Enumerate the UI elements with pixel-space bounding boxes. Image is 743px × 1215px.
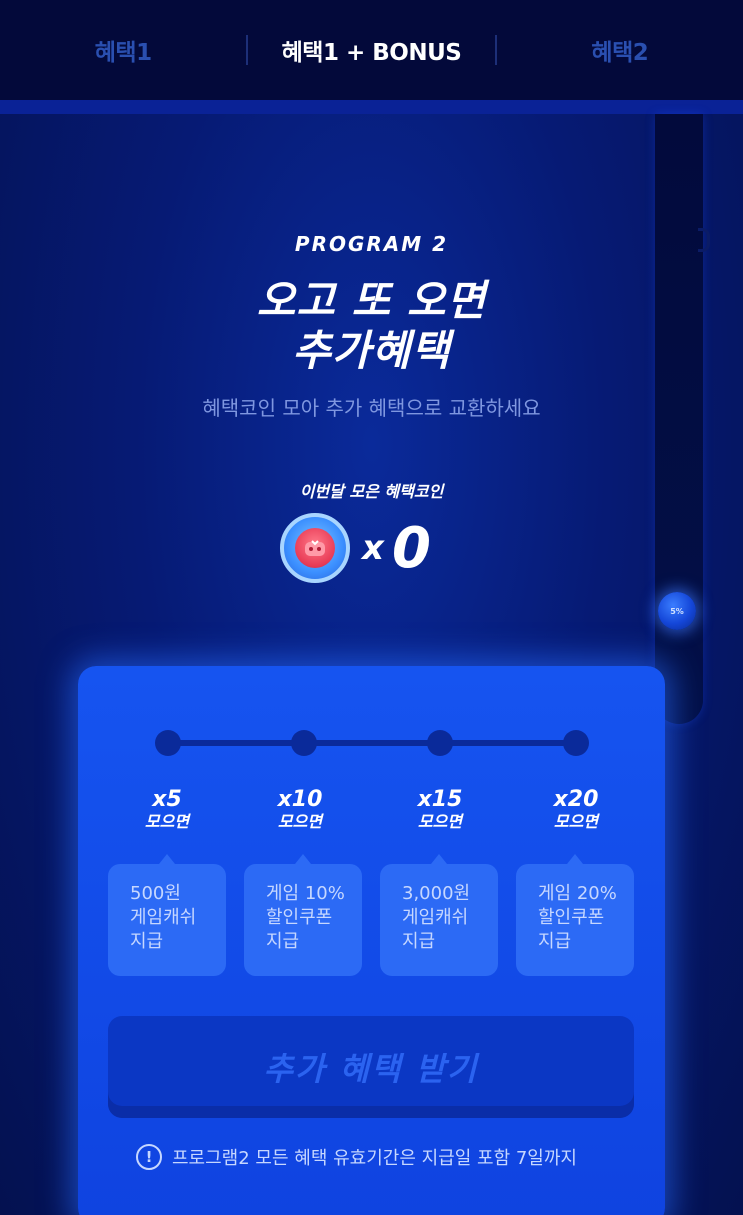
progress-dot bbox=[155, 730, 181, 756]
coin-face-glyph-icon bbox=[305, 540, 325, 556]
program-label: PROGRAM 2 bbox=[294, 232, 449, 256]
reward-line: 지급 bbox=[538, 931, 572, 952]
reward-line: 지급 bbox=[130, 931, 164, 952]
step-collect-label: 모으면 bbox=[277, 812, 323, 831]
reward-box: 게임 20% 할인쿠폰 지급 bbox=[516, 854, 634, 976]
step-header: x20 모으면 bbox=[516, 788, 636, 832]
validity-notice: ! 프로그램2 모든 혜택 유효기간은 지급일 포함 7일까지 bbox=[136, 1143, 577, 1171]
coin-multiplier: x bbox=[362, 528, 384, 568]
benefit-coin-icon bbox=[280, 513, 350, 583]
progress-track bbox=[168, 740, 576, 746]
progress-dot bbox=[563, 730, 589, 756]
step-header: x10 모으면 bbox=[240, 788, 360, 832]
step-multiplier: x5 bbox=[152, 787, 182, 812]
reward-line: 할인쿠폰 bbox=[266, 907, 333, 928]
coin-counter: x 0 bbox=[280, 512, 431, 584]
step-header: x5 모으면 bbox=[107, 788, 227, 832]
tab-bar: 혜택1 혜택1 + BONUS 혜택2 bbox=[0, 0, 743, 100]
reward-line: 게임 10% bbox=[266, 883, 345, 904]
tab-bar-underline bbox=[0, 100, 743, 114]
progress-dot bbox=[291, 730, 317, 756]
coin-face-icon bbox=[295, 528, 335, 568]
tab-benefit-1-bonus[interactable]: 혜택1 + BONUS bbox=[248, 33, 494, 67]
reward-line: 게임캐쉬 bbox=[130, 907, 197, 928]
reward-line: 할인쿠폰 bbox=[538, 907, 605, 928]
reward-line: 지급 bbox=[402, 931, 436, 952]
claim-extra-benefit-button[interactable]: 추가 혜택 받기 bbox=[108, 1016, 634, 1118]
step-multiplier: x15 bbox=[417, 787, 463, 812]
coins-label: 이번달 모은 혜택코인 bbox=[299, 482, 444, 501]
reward-line: 게임캐쉬 bbox=[402, 907, 469, 928]
reward-line: 게임 20% bbox=[538, 883, 617, 904]
reward-box: 3,000원 게임캐쉬 지급 bbox=[380, 854, 498, 976]
step-header: x15 모으면 bbox=[380, 788, 500, 832]
step-multiplier: x20 bbox=[553, 787, 599, 812]
progress-dot bbox=[427, 730, 453, 756]
reward-box: 게임 10% 할인쿠폰 지급 bbox=[244, 854, 362, 976]
step-collect-label: 모으면 bbox=[553, 812, 599, 831]
reward-line: 지급 bbox=[266, 931, 300, 952]
subtitle: 혜택코인 모아 추가 혜택으로 교환하세요 bbox=[202, 396, 541, 420]
info-icon: ! bbox=[136, 1144, 162, 1170]
percent-orb-icon[interactable]: 5% bbox=[658, 592, 696, 630]
step-collect-label: 모으면 bbox=[144, 812, 190, 831]
headline-line-2: 추가혜택 bbox=[292, 326, 451, 375]
reward-box: 500원 게임캐쉬 지급 bbox=[108, 854, 226, 976]
headline-line-1: 오고 또 오면 bbox=[256, 276, 487, 325]
page-title: 오고 또 오면 추가혜택 bbox=[0, 276, 743, 376]
tab-benefit-2[interactable]: 혜택2 bbox=[497, 33, 743, 67]
step-multiplier: x10 bbox=[277, 787, 323, 812]
tab-benefit-1[interactable]: 혜택1 bbox=[0, 33, 246, 67]
coin-count: 0 bbox=[391, 515, 431, 581]
step-collect-label: 모으면 bbox=[417, 812, 463, 831]
reward-line: 3,000원 bbox=[402, 883, 471, 904]
notice-text: 프로그램2 모든 혜택 유효기간은 지급일 포함 7일까지 bbox=[172, 1148, 577, 1169]
reward-line: 500원 bbox=[130, 883, 181, 904]
